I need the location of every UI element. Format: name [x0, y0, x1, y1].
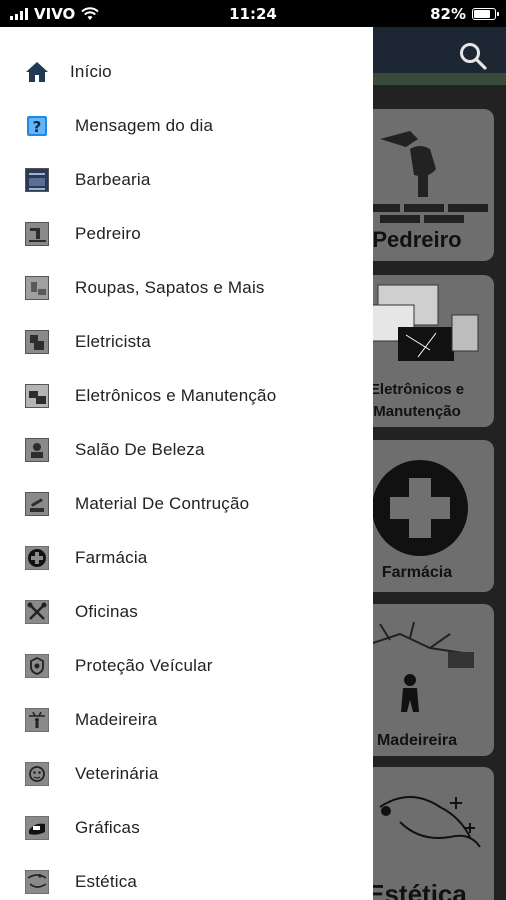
estetica-thumb-icon [25, 870, 49, 894]
madeireira-thumb-icon [25, 708, 49, 732]
svg-text:?: ? [33, 118, 42, 136]
menu-item-label: Início [70, 62, 112, 81]
menu-item-farmacia[interactable]: Farmácia [0, 531, 373, 585]
menu-item-material-de-contrucao[interactable]: Material De Contrução [0, 477, 373, 531]
graficas-thumb-icon [25, 816, 49, 840]
menu-item-eletronicos-e-manutencao[interactable]: Eletrônicos e Manutenção [0, 369, 373, 423]
menu-item-label: Oficinas [75, 602, 139, 621]
menu-item-label: Pedreiro [75, 224, 141, 243]
menu-item-pedreiro[interactable]: Pedreiro [0, 207, 373, 261]
menu-item-label: Gráficas [75, 818, 140, 837]
battery-fill [474, 10, 491, 18]
menu-item-roupas-sapatos-e-mais[interactable]: Roupas, Sapatos e Mais [0, 261, 373, 315]
barbearia-thumb-icon [25, 168, 49, 192]
status-right: 82% [430, 5, 499, 23]
navigation-drawer: Início ? Mensagem do dia Barbearia Pedre… [0, 27, 373, 900]
menu-item-label: Proteção Veícular [75, 656, 213, 675]
menu-item-label: Material De Contrução [75, 494, 250, 513]
menu-item-estetica[interactable]: Estética [0, 855, 373, 900]
veterinaria-thumb-icon [25, 762, 49, 786]
salao-thumb-icon [25, 438, 49, 462]
oficinas-thumb-icon [25, 600, 49, 624]
menu-item-label: Eletrônicos e Manutenção [75, 386, 277, 405]
menu-item-veterinaria[interactable]: Veterinária [0, 747, 373, 801]
menu-item-label: Barbearia [75, 170, 151, 189]
material-thumb-icon [25, 492, 49, 516]
menu-item-label: Mensagem do dia [75, 116, 214, 135]
menu-item-label: Veterinária [75, 764, 159, 783]
menu-item-graficas[interactable]: Gráficas [0, 801, 373, 855]
farmacia-thumb-icon [25, 546, 49, 570]
menu-item-label: Eletricista [75, 332, 151, 351]
menu-item-label: Farmácia [75, 548, 148, 567]
menu-item-label: Salão De Beleza [75, 440, 205, 459]
menu-item-madeireira[interactable]: Madeireira [0, 693, 373, 747]
menu-item-label: Roupas, Sapatos e Mais [75, 278, 265, 297]
battery-percent: 82% [430, 5, 466, 23]
eletronicos-thumb-icon [25, 384, 49, 408]
battery-icon [472, 8, 499, 20]
menu-item-oficinas[interactable]: Oficinas [0, 585, 373, 639]
search-icon[interactable] [458, 41, 488, 71]
question-icon: ? [27, 116, 47, 136]
menu-item-inicio[interactable]: Início [0, 45, 373, 99]
home-icon [26, 62, 48, 82]
status-bar: VIVO 11:24 82% [0, 0, 506, 27]
menu-item-barbearia[interactable]: Barbearia [0, 153, 373, 207]
eletricista-thumb-icon [25, 330, 49, 354]
menu-item-eletricista[interactable]: Eletricista [0, 315, 373, 369]
menu-item-salao-de-beleza[interactable]: Salão De Beleza [0, 423, 373, 477]
pedreiro-thumb-icon [25, 222, 49, 246]
menu-item-label: Madeireira [75, 710, 158, 729]
menu-item-label: Estética [75, 872, 138, 891]
protecao-thumb-icon [25, 654, 49, 678]
menu-item-mensagem-do-dia[interactable]: ? Mensagem do dia [0, 99, 373, 153]
roupas-thumb-icon [25, 276, 49, 300]
menu-item-protecao-veicular[interactable]: Proteção Veícular [0, 639, 373, 693]
